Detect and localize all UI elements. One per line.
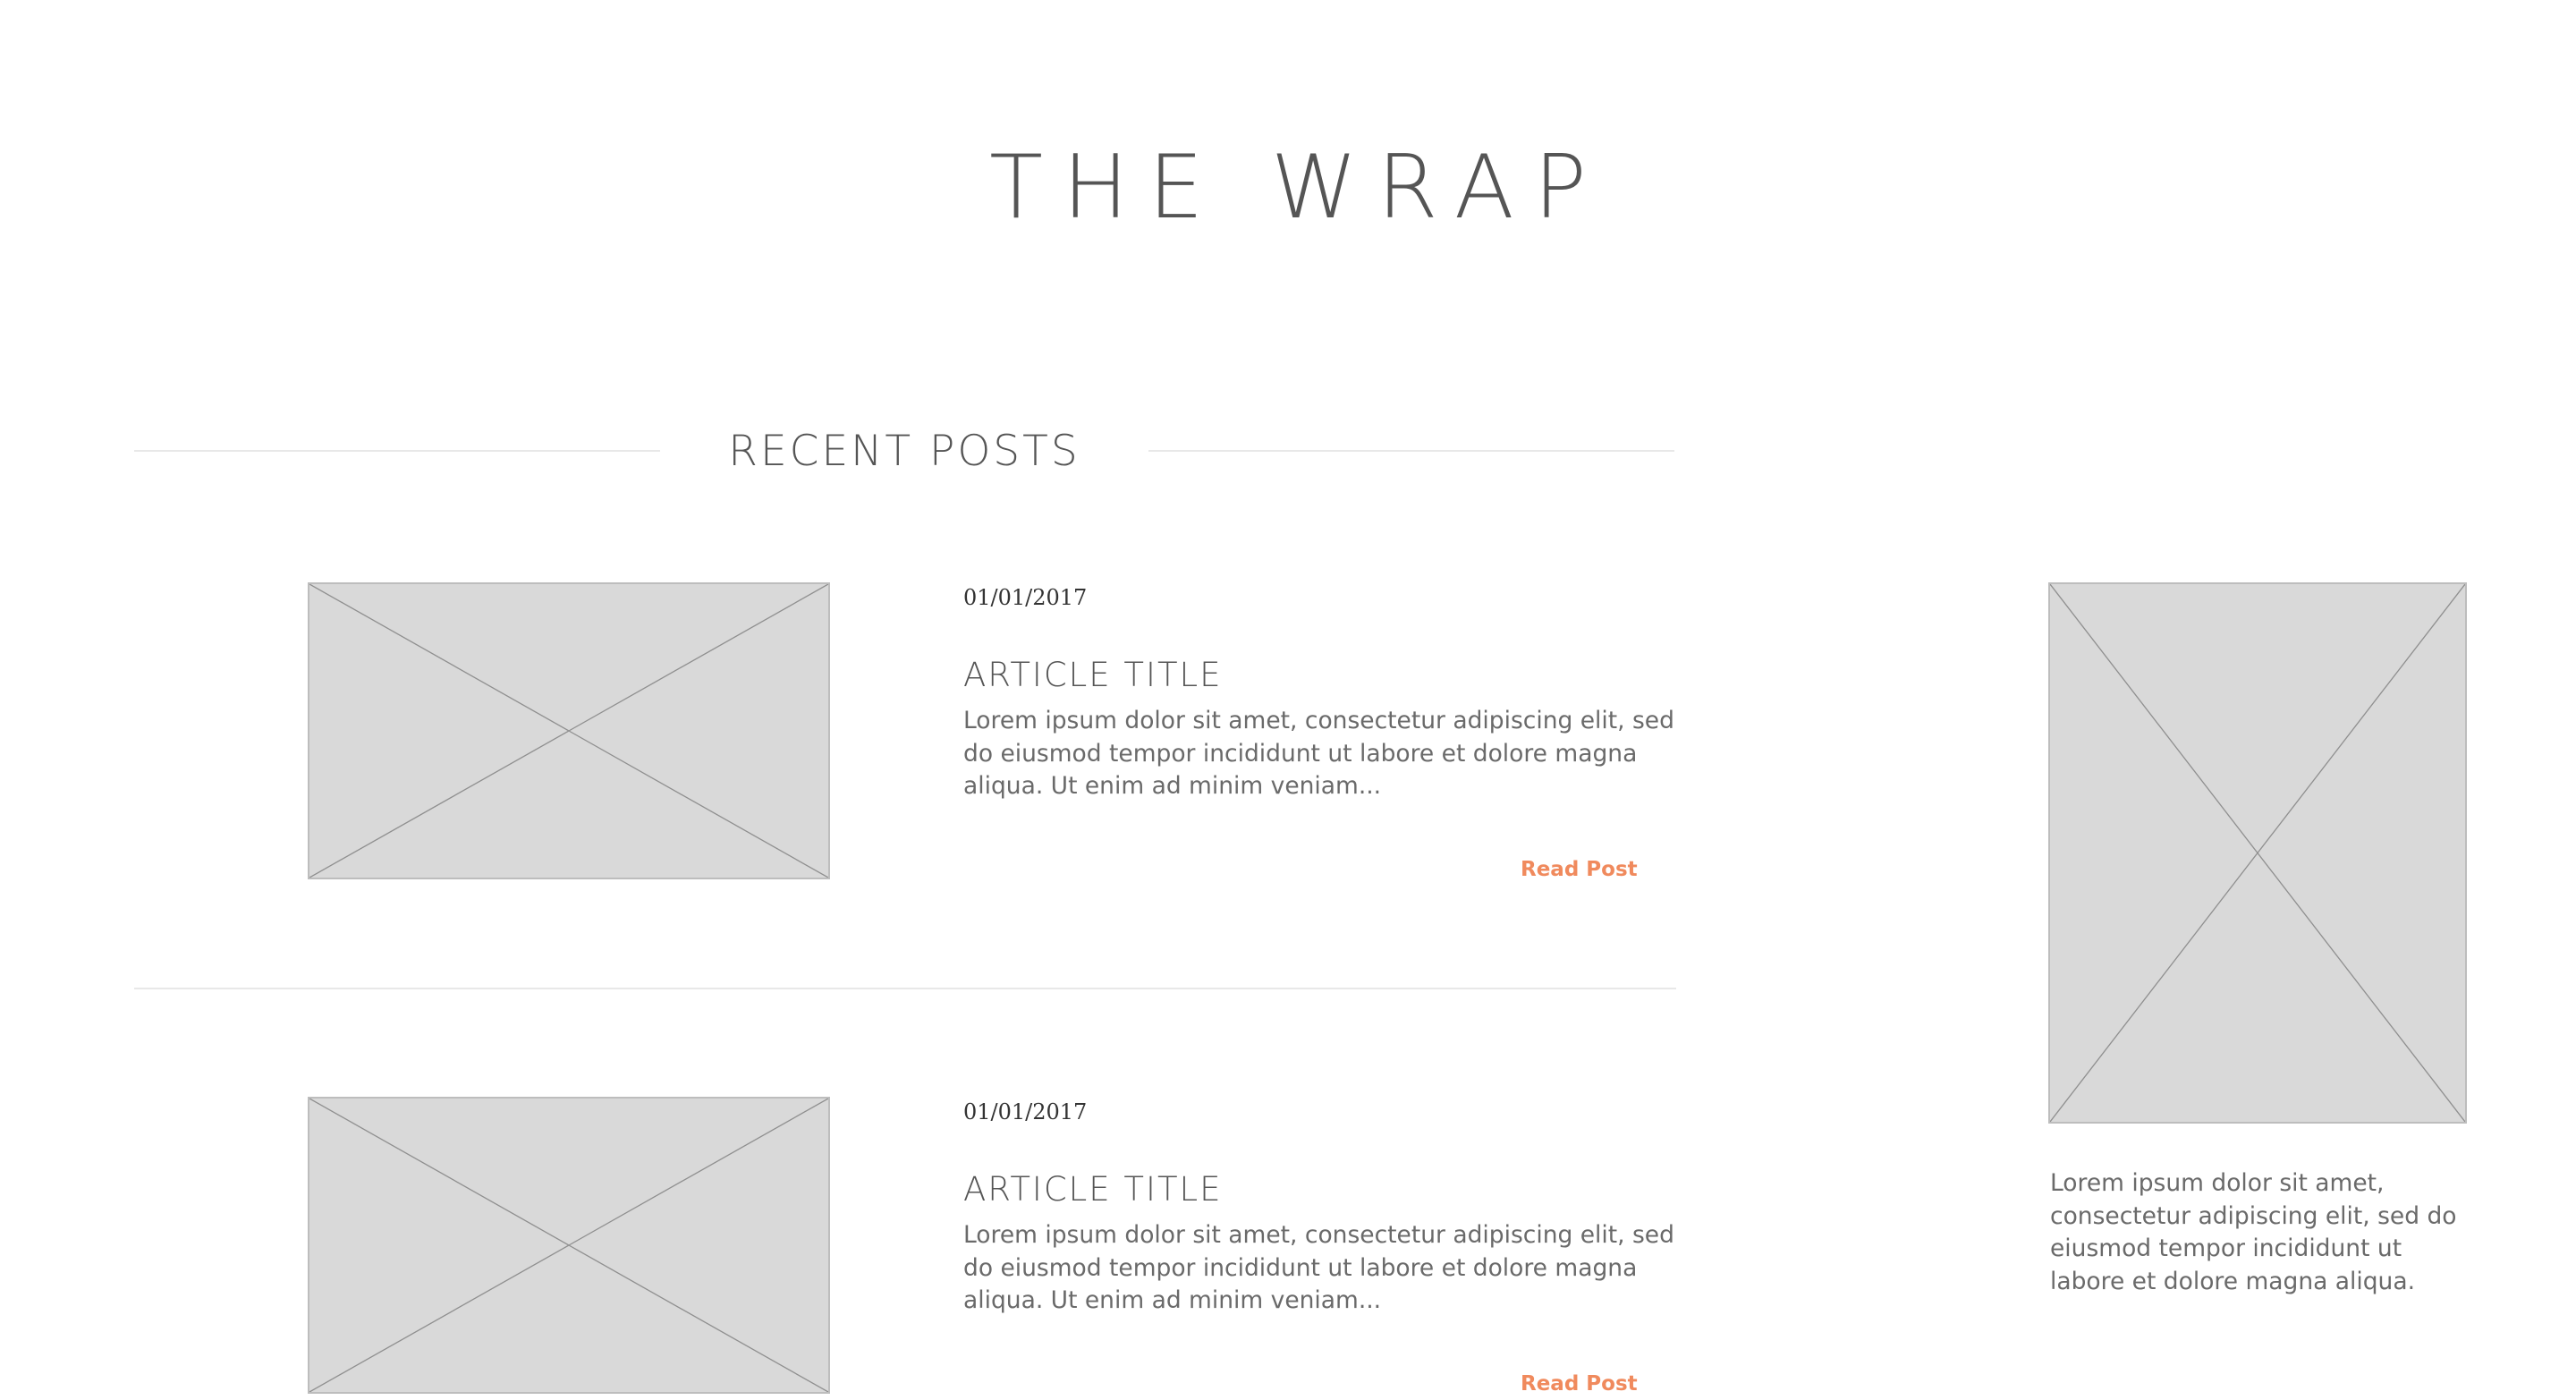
image-placeholder-icon [309, 1099, 828, 1392]
post-image-placeholder[interactable] [308, 1097, 830, 1394]
post-date: 01/01/2017 [963, 585, 1088, 610]
sidebar-image-placeholder[interactable] [2048, 582, 2467, 1124]
recent-posts-header: RECENT POSTS [134, 420, 1674, 483]
read-post-link[interactable]: Read Post [1521, 853, 1638, 886]
post-divider [134, 988, 1676, 989]
sidebar-text: Lorem ipsum dolor sit amet, consectetur … [2050, 1169, 2457, 1295]
post-title[interactable]: ARTICLE TITLE [963, 1167, 1223, 1212]
header-rule-right [1148, 450, 1674, 452]
post-excerpt: Lorem ipsum dolor sit amet, consectetur … [963, 1221, 1674, 1314]
read-post-link[interactable]: Read Post [1521, 1368, 1638, 1400]
sidebar-card: Lorem ipsum dolor sit amet, consectetur … [2048, 581, 2469, 1315]
header-rule-left [134, 450, 660, 452]
site-title: THE WRAP [989, 137, 1606, 239]
post-title[interactable]: ARTICLE TITLE [963, 653, 1223, 698]
image-placeholder-icon [2050, 584, 2465, 1122]
post-excerpt: Lorem ipsum dolor sit amet, consectetur … [963, 707, 1674, 800]
section-heading: RECENT POSTS [728, 427, 1080, 476]
image-placeholder-icon [309, 584, 828, 878]
post-date: 01/01/2017 [963, 1099, 1088, 1124]
post-image-placeholder[interactable] [308, 582, 830, 879]
